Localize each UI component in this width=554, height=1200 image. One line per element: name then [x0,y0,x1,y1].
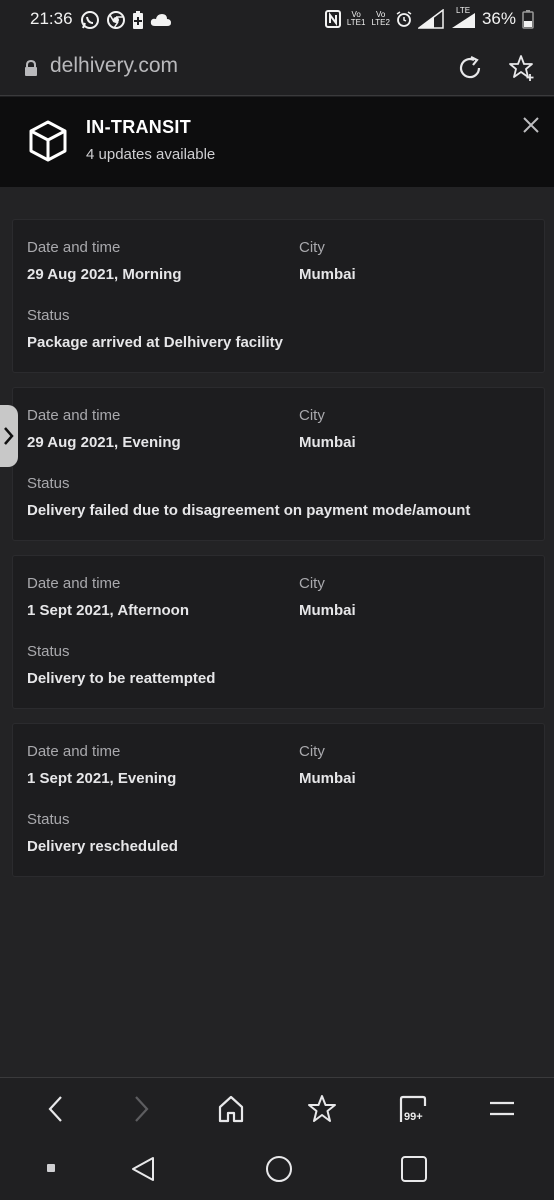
status-label: Status [27,475,70,492]
status-label: Status [27,811,70,828]
forward-icon[interactable] [131,1094,151,1124]
nav-home-icon[interactable] [265,1155,293,1183]
date-time-label: Date and time [27,407,121,424]
back-icon[interactable] [46,1094,66,1124]
tracking-updates[interactable]: Date and time City 29 Aug 2021, Morning … [0,187,554,1077]
battery-icon [522,10,534,29]
update-card: Date and time City 29 Aug 2021, Morning … [12,219,545,373]
add-bookmark-icon[interactable] [508,54,536,82]
update-card: Date and time City 1 Sept 2021, Afternoo… [12,555,545,709]
tabs-count[interactable]: 99+ [404,1111,423,1123]
status-label: Status [27,643,70,660]
browser-toolbar [0,1077,554,1139]
status-label: Status [27,307,70,324]
notification-title: IN-TRANSIT [86,117,191,137]
date-time-label: Date and time [27,575,121,592]
notification-subtitle: 4 updates available [86,146,216,163]
date-time-label: Date and time [27,743,121,760]
close-icon[interactable] [522,116,540,134]
date-time-value: 29 Aug 2021, Morning [27,266,182,283]
alarm-icon [396,11,412,27]
city-label: City [299,743,325,760]
cloud-icon [150,14,171,26]
system-icons: Vo LTE1 Vo LTE2 LTE 36% [324,7,534,29]
recents-dot-icon[interactable] [46,1163,56,1173]
city-value: Mumbai [299,770,356,787]
url-text[interactable]: delhivery.com [50,54,178,78]
date-time-value: 1 Sept 2021, Evening [27,770,177,787]
clock: 21:36 [30,9,73,28]
notification-icons [80,10,172,30]
city-value: Mumbai [299,434,356,451]
sim1-indicator: Vo LTE1 [346,10,366,27]
update-card: Date and time City 29 Aug 2021, Evening … [12,387,545,541]
edge-panel-handle[interactable] [0,405,18,467]
battery-saver-icon [133,11,143,29]
city-label: City [299,239,325,256]
city-label: City [299,407,325,424]
menu-icon[interactable] [488,1094,516,1124]
status-bar: 21:36 Vo LTE1 Vo LTE2 LTE 36% [0,0,554,40]
package-icon [29,120,67,162]
nav-back-icon[interactable] [129,1155,157,1183]
city-label: City [299,575,325,592]
system-nav-bar [0,1139,554,1200]
status-value: Delivery failed due to disagreement on p… [27,502,471,519]
chevron-right-icon [4,427,14,445]
city-value: Mumbai [299,266,356,283]
nav-overview-icon[interactable] [400,1155,428,1183]
reload-icon[interactable] [457,55,483,81]
lock-icon [25,60,37,76]
city-value: Mumbai [299,602,356,619]
signal-icon [417,9,444,29]
date-time-label: Date and time [27,239,121,256]
nfc-icon [324,10,341,28]
sim2-indicator: Vo LTE2 [371,10,390,27]
status-value: Delivery to be reattempted [27,670,216,687]
status-value: Delivery rescheduled [27,838,178,855]
battery-percent: 36% [481,9,516,28]
status-value: Package arrived at Delhivery facility [27,334,283,351]
transit-notification: IN-TRANSIT 4 updates available [0,97,554,187]
date-time-value: 1 Sept 2021, Afternoon [27,602,189,619]
address-bar[interactable]: delhivery.com [0,40,554,96]
lte-signal: LTE [450,7,476,29]
update-card: Date and time City 1 Sept 2021, Evening … [12,723,545,877]
chrome-icon [107,11,125,29]
date-time-value: 29 Aug 2021, Evening [27,434,181,451]
bookmark-star-icon[interactable] [307,1094,337,1124]
home-icon[interactable] [217,1094,245,1124]
whatsapp-icon [81,11,99,29]
